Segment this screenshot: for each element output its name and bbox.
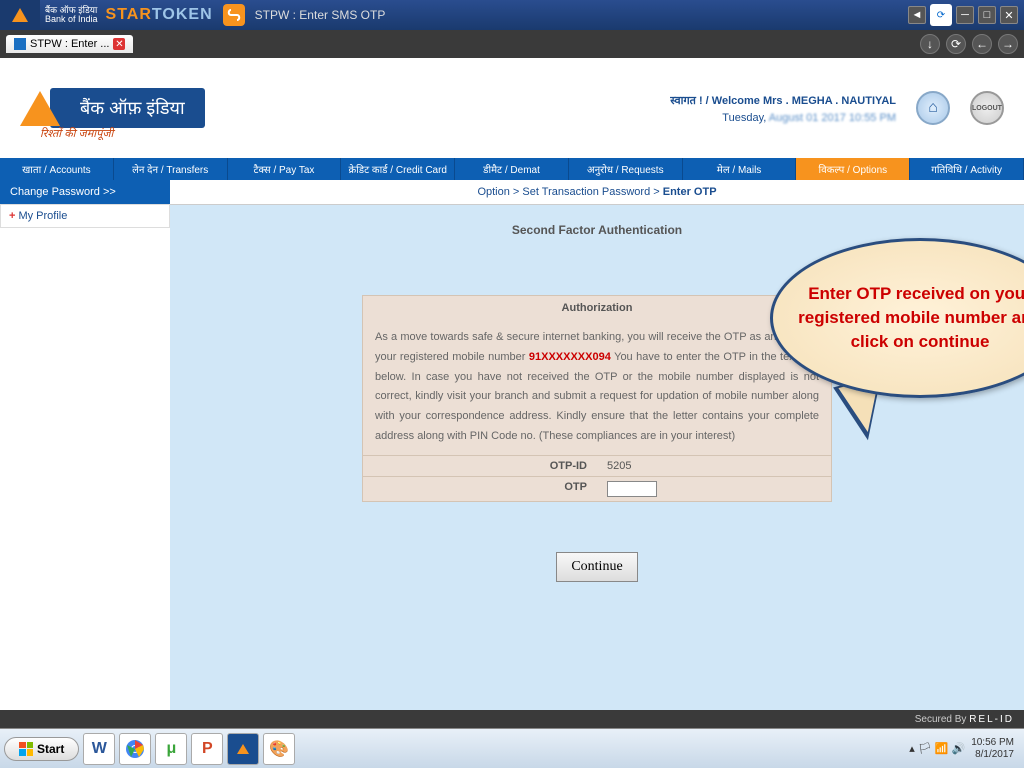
start-button[interactable]: Start — [4, 737, 79, 761]
close-button[interactable]: ✕ — [1000, 6, 1018, 24]
tray-flag-icon[interactable]: 🏳 — [918, 742, 932, 755]
browser-tabbar: STPW : Enter ... ✕ ↓ ⟳ ← → — [0, 30, 1024, 58]
utorrent-icon[interactable]: μ — [155, 733, 187, 765]
status-footer: Secured By REL-ID — [0, 710, 1024, 728]
nav-item-0[interactable]: खाता / Accounts — [0, 158, 114, 180]
nav-item-2[interactable]: टैक्स / Pay Tax — [228, 158, 342, 180]
windows-taskbar: Start W μ P 🎨 ▴ 🏳 📶 🔊 10:56 PM 8/1/2017 — [0, 728, 1024, 768]
bank-logo: बैंक ऑफ़ इंडिया — [20, 88, 205, 128]
tray-arrow-icon[interactable]: ▴ — [909, 742, 915, 755]
home-button[interactable]: ⌂ — [916, 91, 950, 125]
otp-label: OTP — [363, 477, 597, 501]
maximize-button[interactable]: □ — [978, 6, 996, 24]
logout-button[interactable]: LOGOUT — [970, 91, 1004, 125]
otp-id-label: OTP-ID — [363, 456, 597, 476]
word-icon[interactable]: W — [83, 733, 115, 765]
main-navigation: खाता / Accountsलेन देन / Transfersटैक्स … — [0, 158, 1024, 180]
tab-label: STPW : Enter ... — [30, 38, 109, 50]
nav-item-6[interactable]: मेल / Mails — [683, 158, 797, 180]
authorization-box: Authorization As a move towards safe & s… — [362, 295, 832, 502]
bank-tagline: रिश्तों की जमापूंजी — [40, 126, 113, 141]
bank-header: बैंक ऑफ़ इंडिया रिश्तों की जमापूंजी स्वा… — [0, 58, 1024, 158]
masked-mobile: 91XXXXXXX094 — [529, 351, 611, 363]
window-title: STPW : Enter SMS OTP — [255, 8, 386, 22]
tray-volume-icon[interactable]: 🔊 — [951, 742, 965, 755]
home-icon: ⌂ — [928, 99, 938, 117]
bank-name: बैंक ऑफ़ इंडिया — [50, 88, 205, 128]
product-name: STARTOKEN — [106, 6, 213, 24]
link-icon — [223, 4, 245, 26]
auth-header: Authorization — [363, 296, 831, 320]
app-titlebar: बैंक ऑफ इंडिया Bank of India STARTOKEN S… — [0, 0, 1024, 30]
tab-close-button[interactable]: ✕ — [113, 38, 125, 50]
browser-tab[interactable]: STPW : Enter ... ✕ — [6, 35, 133, 53]
nav-item-4[interactable]: डीमैट / Demat — [455, 158, 569, 180]
system-tray: ▴ 🏳 📶 🔊 10:56 PM 8/1/2017 — [909, 737, 1020, 761]
welcome-message: स्वागत ! / Welcome Mrs . MEGHA . NAUTIYA… — [670, 93, 896, 124]
otp-input[interactable] — [607, 481, 657, 497]
bank-brand-text: बैंक ऑफ इंडिया Bank of India — [45, 6, 98, 24]
page-icon — [14, 38, 26, 50]
nav-down-button[interactable]: ↓ — [920, 34, 940, 54]
nav-back-button[interactable]: ← — [972, 34, 992, 54]
nav-forward-button[interactable]: → — [998, 34, 1018, 54]
callout-text: Enter OTP received on your registered mo… — [793, 282, 1024, 353]
back-arrow-icon[interactable]: ◄ — [908, 6, 926, 24]
otp-id-value: 5205 — [597, 456, 831, 476]
continue-button[interactable]: Continue — [556, 552, 637, 582]
main-panel: Option > Set Transaction Password > Ente… — [170, 180, 1024, 716]
plus-icon: + — [9, 210, 15, 222]
minimize-button[interactable]: ─ — [956, 6, 974, 24]
paint-icon[interactable]: 🎨 — [263, 733, 295, 765]
nav-item-5[interactable]: अनुरोध / Requests — [569, 158, 683, 180]
sidebar-my-profile[interactable]: + My Profile — [0, 204, 170, 228]
system-clock[interactable]: 10:56 PM 8/1/2017 — [971, 737, 1020, 761]
chrome-icon[interactable] — [119, 733, 151, 765]
startoken-taskbar-icon[interactable] — [227, 733, 259, 765]
bank-logo-small — [0, 0, 40, 30]
sidebar: Change Password >> + My Profile — [0, 180, 170, 716]
nav-item-1[interactable]: लेन देन / Transfers — [114, 158, 228, 180]
nav-item-7[interactable]: विकल्प / Options — [796, 158, 910, 180]
nav-item-8[interactable]: गतिविधि / Activity — [910, 158, 1024, 180]
auth-message: As a move towards safe & secure internet… — [363, 320, 831, 455]
page-content: बैंक ऑफ़ इंडिया रिश्तों की जमापूंजी स्वा… — [0, 58, 1024, 716]
sidebar-change-password[interactable]: Change Password >> — [0, 180, 170, 204]
nav-item-3[interactable]: क्रेडिट कार्ड / Credit Card — [341, 158, 455, 180]
tray-network-icon[interactable]: 📶 — [935, 742, 949, 755]
nav-refresh-button[interactable]: ⟳ — [946, 34, 966, 54]
powerpoint-icon[interactable]: P — [191, 733, 223, 765]
sync-icon[interactable]: ⟳ — [930, 4, 952, 26]
breadcrumb: Option > Set Transaction Password > Ente… — [170, 180, 1024, 205]
windows-icon — [19, 742, 33, 756]
